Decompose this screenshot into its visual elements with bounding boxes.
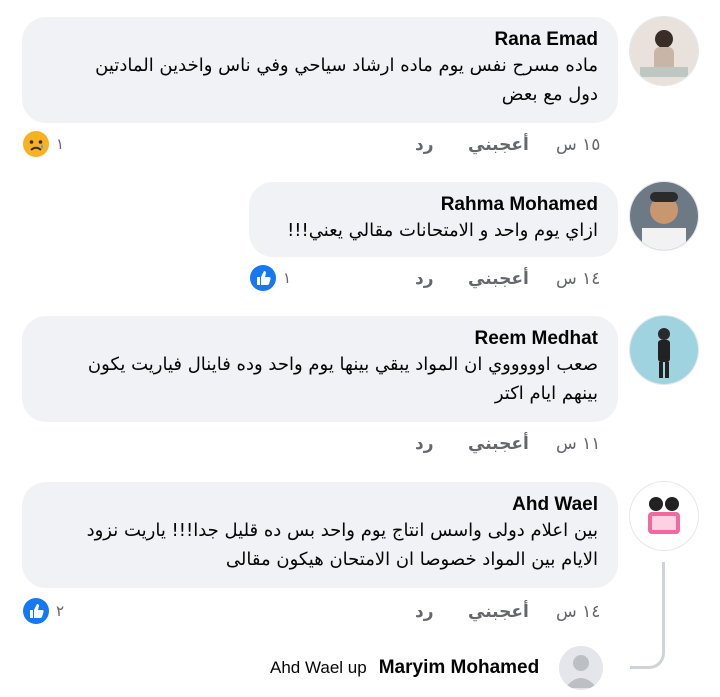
reply-button[interactable]: رد: [415, 602, 434, 622]
comment-bubble: Rahma Mohamed ازاي يوم واحد و الامتحانات…: [249, 182, 618, 257]
like-icon: [23, 598, 49, 624]
reply-preview[interactable]: Ahd Wael up Maryim Mohamed: [270, 646, 604, 690]
comment-text-line: بينهم ايام اكتر: [494, 383, 598, 404]
like-button[interactable]: أعجبني: [468, 434, 529, 454]
comment-time[interactable]: ١١ س: [556, 434, 600, 454]
like-button[interactable]: أعجبني: [468, 135, 529, 155]
comment-text-line: الايام بين المواد خصوصا ان الامتحان هيكو…: [225, 549, 598, 570]
avatar[interactable]: [630, 182, 698, 250]
reply-button[interactable]: رد: [415, 434, 434, 454]
reply-button[interactable]: رد: [415, 269, 434, 289]
reaction-summary[interactable]: ٢: [22, 597, 64, 625]
comment-bubble: Rana Emad ماده مسرح نفس يوم ماده ارشاد س…: [22, 17, 618, 123]
comment-time[interactable]: ١٤ س: [556, 269, 600, 289]
reaction-count: ١: [283, 269, 292, 287]
thread-connector-line: [630, 562, 665, 669]
comment-author[interactable]: Rana Emad: [44, 29, 598, 51]
reaction-summary[interactable]: ١: [249, 264, 291, 292]
comment-bubble: Reem Medhat صعب اوووووي ان المواد يبقي ب…: [22, 316, 618, 422]
comment-text-line: صعب اوووووي ان المواد يبقي بينها يوم واح…: [87, 354, 598, 375]
avatar[interactable]: [630, 482, 698, 550]
avatar[interactable]: [559, 646, 604, 690]
reply-preview-author[interactable]: Maryim Mohamed: [379, 657, 539, 679]
reaction-count: ٢: [56, 602, 65, 620]
comment-author[interactable]: Rahma Mohamed: [271, 194, 598, 216]
avatar[interactable]: [630, 17, 698, 85]
sad-icon: [23, 131, 49, 157]
reply-button[interactable]: رد: [415, 135, 434, 155]
comment-text-line: دول مع بعض: [501, 84, 598, 105]
comment-time[interactable]: ١٤ س: [556, 602, 600, 622]
comment-time[interactable]: ١٥ س: [556, 135, 600, 155]
comment-author[interactable]: Ahd Wael: [44, 494, 598, 516]
like-button[interactable]: أعجبني: [468, 269, 529, 289]
like-icon: [250, 265, 276, 291]
reaction-summary[interactable]: ١: [22, 130, 64, 158]
like-button[interactable]: أعجبني: [468, 602, 529, 622]
comment-text-line: بين اعلام دولى واسس انتاج يوم واحد بس ده…: [86, 520, 598, 541]
avatar[interactable]: [630, 316, 698, 384]
reaction-count: ١: [56, 135, 65, 153]
comment-bubble: Ahd Wael بين اعلام دولى واسس انتاج يوم و…: [22, 482, 618, 588]
comment-text-line: ازاي يوم واحد و الامتحانات مقالي يعني!!!: [287, 220, 598, 241]
comment-text-line: ماده مسرح نفس يوم ماده ارشاد سياحي وفي ن…: [95, 55, 598, 76]
reply-preview-text: Ahd Wael up: [270, 658, 367, 677]
comment-author[interactable]: Reem Medhat: [44, 328, 598, 350]
